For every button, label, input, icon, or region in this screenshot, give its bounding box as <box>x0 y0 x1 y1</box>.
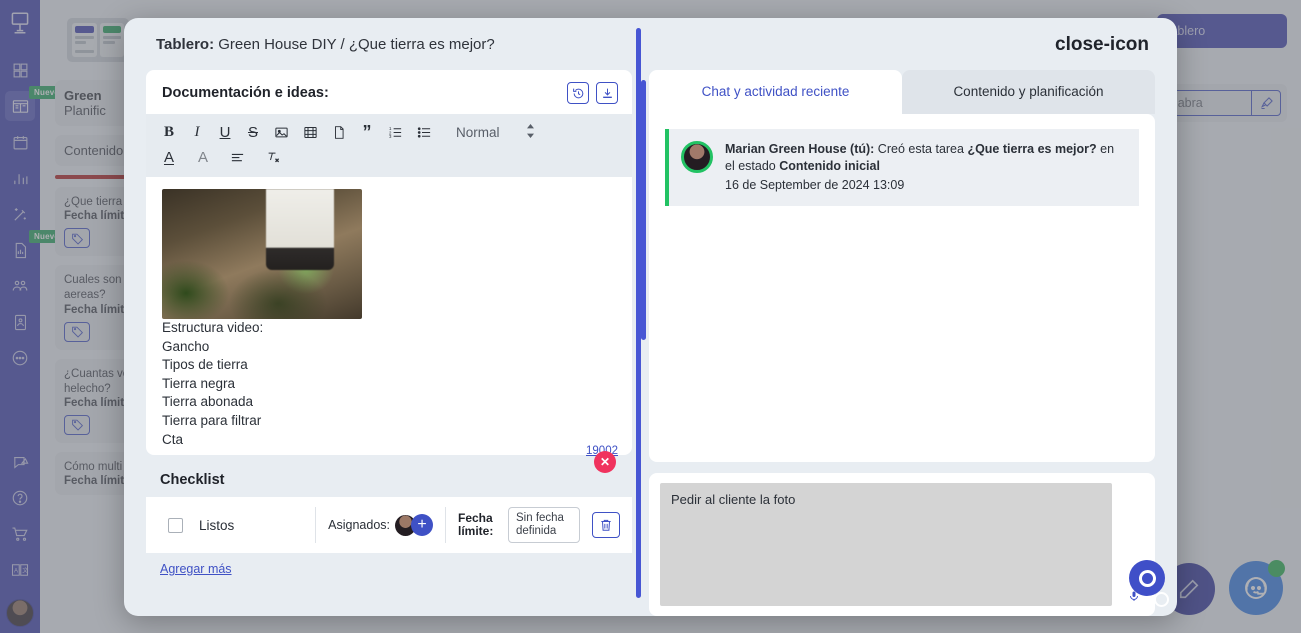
breadcrumb-label: Tablero: <box>156 35 215 53</box>
avatar[interactable] <box>681 140 713 173</box>
bullet-list-icon[interactable] <box>417 125 432 140</box>
plus-icon[interactable]: + <box>411 514 433 537</box>
activity-action-pre: Creó esta tarea <box>874 141 968 156</box>
divider <box>315 507 317 544</box>
bold-icon[interactable]: B <box>162 124 176 141</box>
breadcrumb: Tablero: Green House DIY / ¿Que tierra e… <box>156 36 495 53</box>
clear-format-icon[interactable] <box>265 150 281 165</box>
quote-icon[interactable]: ” <box>360 123 374 141</box>
assignees-label: Asignados: <box>328 518 390 533</box>
chat-composer: Pedir al cliente la foto <box>649 473 1169 616</box>
activity-author: Marian Green House (tú): <box>725 141 875 156</box>
file-icon[interactable] <box>332 125 346 140</box>
ordered-list-icon[interactable]: 123 <box>388 125 403 140</box>
activity-list: Marian Green House (tú): Creó esta tarea… <box>649 113 1155 463</box>
strikethrough-icon[interactable]: S <box>246 124 260 141</box>
editor-toolbar: B I U S ” 1 2 3 Normal A A <box>146 114 632 177</box>
editor-line: Tipos de tierra <box>162 357 248 373</box>
editor-line: Estructura video: <box>162 320 264 335</box>
documentation-panel: Documentación e ideas: B I U S ” 1 2 3 N… <box>146 28 646 616</box>
add-more-link[interactable]: Agregar más <box>146 553 632 576</box>
text-style-select[interactable]: Normal <box>456 124 535 141</box>
underline-icon[interactable]: U <box>218 124 232 141</box>
chat-input[interactable]: Pedir al cliente la foto <box>660 483 1112 606</box>
tab-chat-activity[interactable]: Chat y actividad reciente <box>649 70 902 114</box>
tab-content-planning[interactable]: Contenido y planificación <box>902 70 1155 114</box>
send-ring-icon[interactable] <box>1129 560 1165 596</box>
highlight-icon[interactable]: A <box>196 149 210 166</box>
close-icon[interactable]: close-icon <box>1049 31 1155 58</box>
activity-entry: Marian Green House (tú): Creó esta tarea… <box>665 128 1139 206</box>
editor-scrollbar[interactable] <box>641 80 646 340</box>
modal-body: Documentación e ideas: B I U S ” 1 2 3 N… <box>124 28 1177 616</box>
breadcrumb-path: Green House DIY / ¿Que tierra es mejor? <box>218 35 495 53</box>
toolbar-row-1: B I U S ” 1 2 3 Normal <box>162 120 620 145</box>
activity-task: ¿Que tierra es mejor? <box>967 141 1097 156</box>
checklist-item-row: Listos Asignados: + Fecha límite: Sin fe… <box>146 497 632 554</box>
record-ring-icon[interactable] <box>1154 591 1169 607</box>
activity-panel: Chat y actividad reciente Contenido y pl… <box>649 70 1169 616</box>
activity-entry-body: Marian Green House (tú): Creó esta tarea… <box>725 141 1125 192</box>
font-color-icon[interactable]: A <box>162 149 176 166</box>
due-date-value[interactable]: Sin fecha definida <box>508 507 580 544</box>
trash-icon[interactable] <box>592 512 620 539</box>
editor-line: Cta <box>162 431 184 447</box>
italic-icon[interactable]: I <box>190 124 204 141</box>
editor-content[interactable]: Estructura video: Gancho Tipos de tierra… <box>146 177 632 474</box>
error-badge[interactable]: ✕ <box>594 451 616 474</box>
send-ring-inner <box>1138 569 1156 587</box>
checklist-item-label[interactable]: Listos <box>199 518 303 533</box>
due-date-label: Fecha límite: <box>458 510 494 539</box>
editor-line: Tierra negra <box>162 375 236 391</box>
video-icon[interactable] <box>303 125 318 140</box>
activity-text: Marian Green House (tú): Creó esta tarea… <box>725 141 1125 175</box>
task-detail-modal: Tablero: Green House DIY / ¿Que tierra e… <box>124 18 1177 616</box>
activity-timestamp: 16 de September de 2024 13:09 <box>725 177 905 192</box>
modal-header: Tablero: Green House DIY / ¿Que tierra e… <box>124 18 1177 70</box>
toolbar-row-2: A A <box>162 145 620 170</box>
text-style-value: Normal <box>456 125 500 140</box>
chevron-updown-icon <box>526 124 535 141</box>
svg-text:3: 3 <box>389 134 392 139</box>
checklist-section: Checklist Listos Asignados: + Fecha lími… <box>146 466 632 577</box>
documentation-actions <box>567 82 618 104</box>
history-icon[interactable] <box>567 82 589 104</box>
download-icon[interactable] <box>596 82 618 104</box>
documentation-card: Documentación e ideas: B I U S ” 1 2 3 N… <box>146 70 646 474</box>
tab-bar: Chat y actividad reciente Contenido y pl… <box>649 70 1155 114</box>
page-title: Documentación e ideas: <box>162 85 329 101</box>
divider <box>445 507 446 544</box>
editor-line: Gancho <box>162 338 210 354</box>
image-icon[interactable] <box>274 125 289 140</box>
documentation-header: Documentación e ideas: <box>146 70 632 114</box>
checklist-checkbox[interactable] <box>168 517 183 533</box>
editor-line: Tierra para filtrar <box>162 412 262 428</box>
checklist-title: Checklist <box>160 472 225 489</box>
activity-status: Contenido inicial <box>779 158 880 173</box>
editor-image[interactable] <box>162 189 362 319</box>
left-panel-scrollbar[interactable] <box>636 28 641 598</box>
editor-line: Tierra abonada <box>162 394 254 410</box>
align-icon[interactable] <box>230 150 245 165</box>
